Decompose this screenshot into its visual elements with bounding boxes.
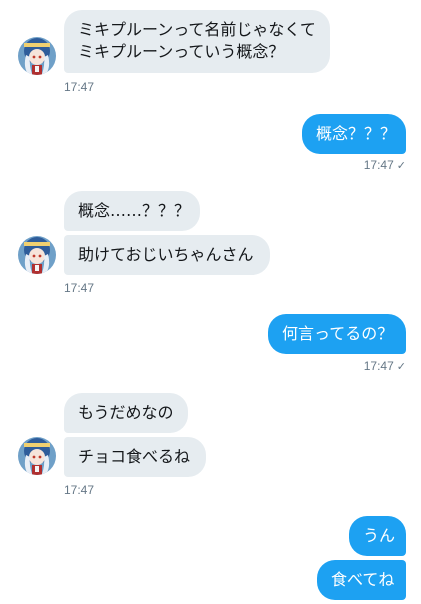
avatar[interactable] xyxy=(18,236,56,274)
message-bubble-outgoing[interactable]: 何言ってるの？ xyxy=(268,314,406,354)
timestamp-text: 17:47 xyxy=(363,158,394,172)
message-text-line: ミキプルーンっていう概念？ xyxy=(78,42,285,61)
message-bubble-incoming[interactable]: 概念……？？？ xyxy=(64,191,200,231)
message-text: 概念？？？ xyxy=(316,124,397,143)
message-bubble-outgoing[interactable]: 食べてね xyxy=(317,560,406,600)
message-text-line: ミキプルーンって名前じゃなくて xyxy=(78,20,316,39)
message-bubble-outgoing[interactable]: 概念？？？ xyxy=(302,114,406,154)
avatar[interactable] xyxy=(18,37,56,75)
message-text: うん xyxy=(363,526,396,545)
read-check-icon: ✓ xyxy=(396,160,406,172)
message-bubble-incoming[interactable]: もうだめなの xyxy=(64,393,188,433)
message-timestamp: 17:47 xyxy=(64,80,95,94)
message-bubble-incoming[interactable]: ミキプルーンって名前じゃなくて ミキプルーンっていう概念？ xyxy=(64,10,330,73)
message-timestamp: 17:47 xyxy=(64,281,95,295)
message-text: 助けておじいちゃんさん xyxy=(78,245,254,264)
message-text: 概念……？？？ xyxy=(78,201,191,220)
message-timestamp: 17:47 ✓ xyxy=(364,359,406,373)
message-timestamp: 17:47 xyxy=(64,483,95,497)
message-bubble-outgoing[interactable]: うん xyxy=(349,516,406,556)
anime-character-avatar-icon xyxy=(18,437,56,475)
message-text: 何言ってるの？ xyxy=(282,324,394,343)
anime-character-avatar-icon xyxy=(18,236,56,274)
avatar[interactable] xyxy=(18,437,56,475)
anime-character-avatar-icon xyxy=(18,37,56,75)
read-check-icon: ✓ xyxy=(396,361,406,373)
message-text: 食べてね xyxy=(331,570,395,589)
message-bubble-incoming[interactable]: 助けておじいちゃんさん xyxy=(64,235,270,275)
message-text: もうだめなの xyxy=(78,403,174,422)
message-timestamp: 17:47 ✓ xyxy=(364,158,406,172)
message-text: チョコ食べるね xyxy=(78,447,191,466)
message-bubble-incoming[interactable]: チョコ食べるね xyxy=(64,437,206,477)
timestamp-text: 17:47 xyxy=(363,359,394,373)
